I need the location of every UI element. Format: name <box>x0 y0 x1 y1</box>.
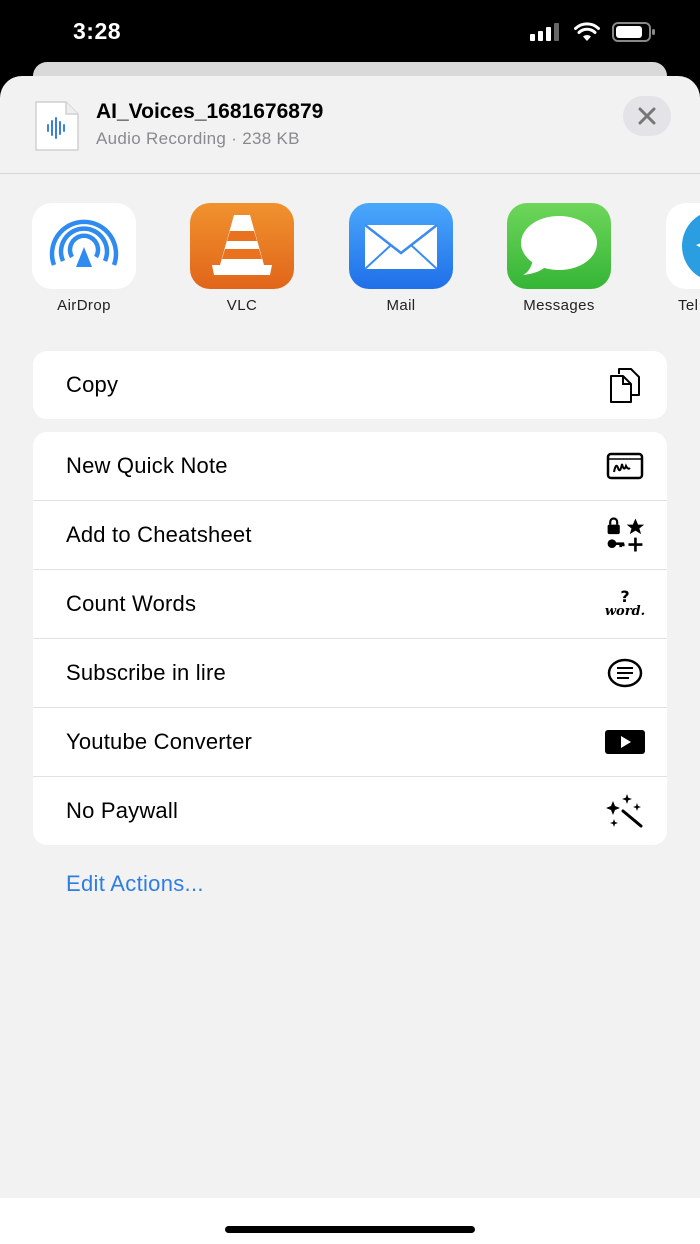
home-indicator[interactable] <box>225 1226 475 1233</box>
status-time: 3:28 <box>73 18 122 44</box>
share-app-mail[interactable]: Mail <box>331 203 471 314</box>
message-bubble-icon <box>507 203 611 289</box>
file-subtitle: Audio Recording · 238 KB <box>96 129 300 148</box>
mail-envelope-icon <box>349 203 453 289</box>
close-button[interactable] <box>623 96 671 136</box>
action-label: No Paywall <box>66 798 179 823</box>
close-icon <box>638 107 656 125</box>
app-label: Tel <box>678 297 699 314</box>
edit-actions-link[interactable]: Edit Actions... <box>66 871 204 897</box>
vlc-cone-icon <box>190 203 294 289</box>
action-add-to-cheatsheet[interactable]: Add to Cheatsheet <box>33 501 667 570</box>
action-subscribe-in-lire[interactable]: Subscribe in lire <box>33 639 667 708</box>
share-apps-row: AirDrop VLC Mail Messages Tel <box>0 203 700 323</box>
share-app-telegram[interactable]: Tel <box>648 203 700 314</box>
action-label: Add to Cheatsheet <box>66 522 252 547</box>
app-label: VLC <box>226 297 258 314</box>
action-count-words[interactable]: Count Words ? word. <box>33 570 667 639</box>
sheet-header: AI_Voices_1681676879 Audio Recording · 2… <box>0 76 700 174</box>
wifi-icon <box>574 22 600 41</box>
copy-icon <box>605 365 645 405</box>
audio-file-icon <box>35 101 79 151</box>
action-label: New Quick Note <box>66 453 228 478</box>
play-button-icon <box>605 722 645 762</box>
share-app-vlc[interactable]: VLC <box>172 203 312 314</box>
action-label: Count Words <box>66 591 197 616</box>
app-label: Mail <box>386 297 416 314</box>
cellular-signal-icon <box>530 23 559 41</box>
action-label: Subscribe in lire <box>66 660 226 685</box>
action-label: Youtube Converter <box>66 729 253 754</box>
file-name: AI_Voices_1681676879 <box>96 100 324 123</box>
share-app-messages[interactable]: Messages <box>489 203 629 314</box>
actions-group: New Quick Note Add to Cheatsheet Count W… <box>33 432 667 845</box>
action-youtube-converter[interactable]: Youtube Converter <box>33 708 667 777</box>
share-app-airdrop[interactable]: AirDrop <box>14 203 154 314</box>
word-icon-text: word. <box>604 604 646 619</box>
action-label: Copy <box>66 372 119 397</box>
word-icon-question: ? <box>620 587 630 606</box>
app-label: Messages <box>523 297 595 314</box>
quick-note-icon <box>605 446 645 486</box>
action-copy[interactable]: Copy <box>33 351 667 419</box>
action-no-paywall[interactable]: No Paywall <box>33 777 667 845</box>
app-label: AirDrop <box>57 297 111 314</box>
action-new-quick-note[interactable]: New Quick Note <box>33 432 667 501</box>
status-bar: 3:28 <box>0 0 700 64</box>
bottom-bar <box>0 1198 700 1244</box>
word-count-icon: ? word. <box>605 584 645 624</box>
airdrop-icon <box>32 203 136 289</box>
status-icons <box>530 22 656 42</box>
cheatsheet-icon <box>605 515 645 555</box>
battery-icon <box>612 22 655 42</box>
copy-group: Copy <box>33 351 667 419</box>
text-bubble-icon <box>605 653 645 693</box>
magic-wand-icon <box>605 791 645 831</box>
share-sheet: AI_Voices_1681676879 Audio Recording · 2… <box>0 76 700 1244</box>
telegram-icon <box>666 203 700 289</box>
